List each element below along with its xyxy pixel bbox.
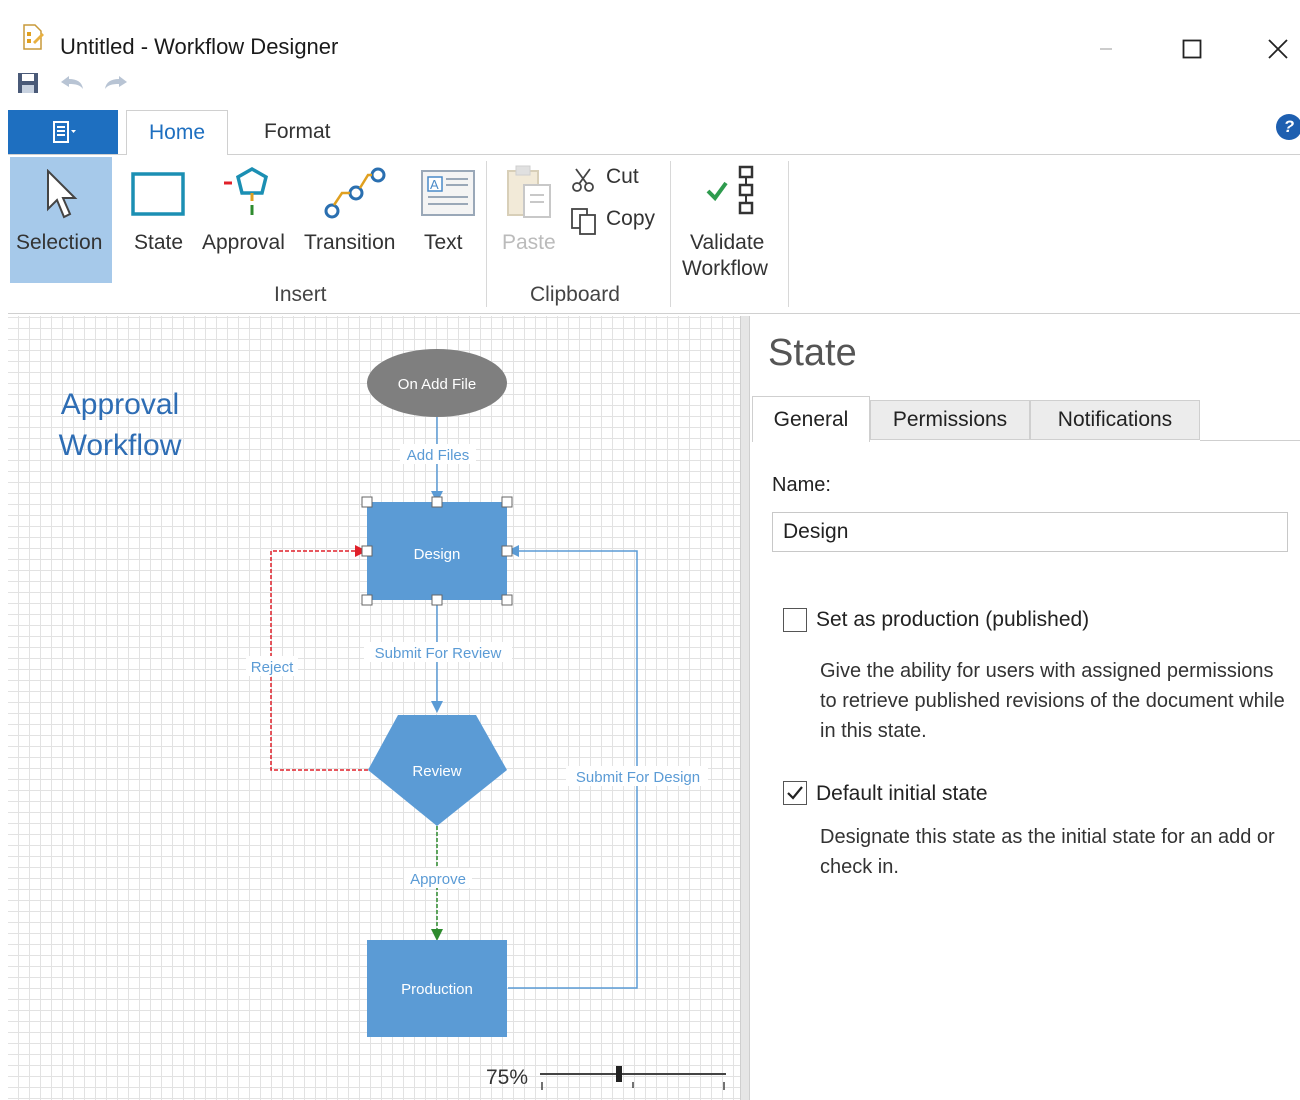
name-label: Name: (772, 474, 831, 496)
ribbon: Selection State Approval Transition A Te… (8, 155, 1300, 314)
ribbon-tab-row: Home Format ? (8, 108, 1300, 156)
default-state-checkbox[interactable] (783, 781, 807, 805)
paste-label: Paste (502, 231, 556, 254)
approval-icon (224, 166, 269, 215)
selection-button[interactable]: Selection (10, 157, 112, 283)
copy-icon (571, 208, 596, 235)
cut-label: Cut (606, 165, 639, 188)
validate-label-line2: Workflow (682, 257, 768, 280)
maximize-button[interactable] (1168, 32, 1216, 66)
window-title: Untitled - Workflow Designer (60, 34, 339, 59)
transition-icon (324, 167, 386, 219)
file-menu-button[interactable] (8, 110, 118, 154)
transition-button[interactable]: Transition (300, 157, 410, 283)
ribbon-separator (670, 161, 671, 307)
title-bar: Untitled - Workflow Designer (8, 12, 1300, 62)
insert-group-label: Insert (274, 283, 327, 306)
validate-icon (706, 165, 754, 215)
panel-splitter[interactable] (740, 316, 750, 1100)
transition-label: Transition (304, 231, 396, 254)
default-state-description: Designate this state as the initial stat… (820, 826, 1275, 878)
text-button[interactable]: A Text (412, 157, 482, 283)
checkmark-icon (787, 786, 803, 800)
ribbon-separator (788, 161, 789, 307)
production-checkbox-label[interactable]: Set as production (published) (816, 608, 1089, 632)
tab-format[interactable]: Format (242, 110, 353, 154)
default-state-checkbox-label[interactable]: Default initial state (816, 782, 988, 806)
selection-label: Selection (16, 231, 103, 254)
cut-button[interactable]: Cut (568, 163, 668, 197)
workflow-title-line2: Workflow (58, 429, 182, 462)
approval-button[interactable]: Approval (198, 157, 298, 283)
close-button[interactable] (1254, 32, 1300, 66)
tab-general[interactable]: General (752, 396, 870, 442)
paste-icon (507, 165, 551, 218)
tab-permissions[interactable]: Permissions (870, 400, 1030, 440)
quick-access-toolbar (8, 66, 208, 102)
tab-home[interactable]: Home (126, 110, 229, 156)
properties-panel: State General Permissions Notifications … (750, 316, 1300, 1100)
state-label: State (134, 231, 184, 254)
tab-notifications[interactable]: Notifications (1030, 400, 1200, 440)
zoom-level: 75% (486, 1066, 529, 1089)
production-checkbox[interactable] (783, 608, 807, 632)
redo-icon[interactable] (100, 66, 132, 100)
approval-label: Approval (202, 231, 285, 254)
svg-text:A: A (430, 177, 439, 192)
workflow-title-line1: Approval (60, 388, 180, 421)
state-button[interactable]: State (122, 157, 194, 283)
undo-icon[interactable] (56, 66, 88, 100)
production-description: Give the ability for users with assigned… (820, 660, 1285, 742)
name-field[interactable] (772, 512, 1288, 552)
zoom-slider-thumb (616, 1066, 622, 1082)
copy-label: Copy (606, 207, 656, 230)
copy-button[interactable]: Copy (568, 205, 668, 239)
validate-workflow-button[interactable]: Validate Workflow (676, 157, 784, 289)
minimize-button[interactable] (1082, 32, 1130, 66)
text-box-icon: A (421, 170, 475, 216)
zoom-slider[interactable] (538, 1062, 730, 1092)
scissors-icon (572, 168, 594, 192)
clipboard-group-label: Clipboard (530, 283, 620, 306)
text-label: Text (424, 231, 463, 254)
save-icon[interactable] (12, 66, 44, 100)
document-menu-icon (53, 121, 76, 143)
state-icon (131, 172, 185, 216)
paste-button[interactable]: Paste (492, 157, 566, 283)
ribbon-separator (486, 161, 487, 307)
app-icon (22, 24, 44, 50)
help-icon[interactable]: ? (1276, 114, 1300, 140)
panel-title: State (768, 332, 857, 374)
validate-label-line1: Validate (690, 231, 765, 254)
workflow-title: Approval Workflow (40, 384, 200, 466)
tab-divider (1200, 440, 1300, 441)
pointer-icon (47, 169, 78, 219)
